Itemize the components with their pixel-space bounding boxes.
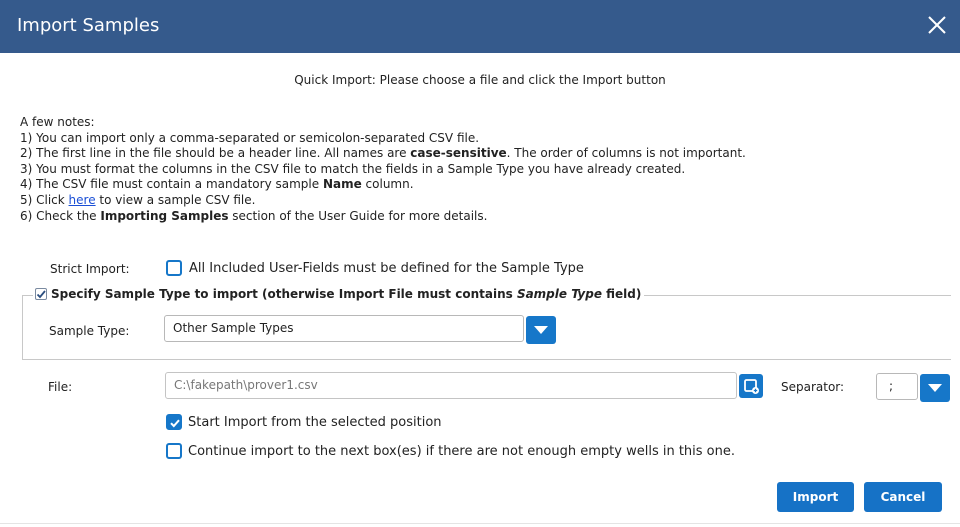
sample-type-legend: Specify Sample Type to import (otherwise… xyxy=(33,287,645,301)
note-line-6: 6) Check the Importing Samples section o… xyxy=(20,209,746,225)
sample-type-select[interactable]: Other Sample Types xyxy=(164,315,524,342)
note-line-1: 1) You can import only a comma-separated… xyxy=(20,130,480,145)
start-from-selected-label: Start Import from the selected position xyxy=(188,415,442,430)
chevron-down-icon xyxy=(534,326,548,334)
note-text: section of the User Guide for more detai… xyxy=(228,208,488,223)
sample-csv-link[interactable]: here xyxy=(69,193,96,207)
note-line-2: 2) The first line in the file should be … xyxy=(20,146,746,162)
legend-italic-text: Sample Type xyxy=(516,287,602,301)
start-from-selected-checkbox[interactable] xyxy=(166,414,182,430)
notes-section: A few notes: 1) You can import only a co… xyxy=(20,115,746,224)
legend-text: field) xyxy=(601,287,642,301)
file-label: File: xyxy=(48,380,73,394)
dialog-titlebar: Import Samples xyxy=(0,0,960,53)
note-text: to view a sample CSV file. xyxy=(95,192,256,207)
continue-next-box-checkbox[interactable] xyxy=(166,443,182,459)
bottom-divider xyxy=(0,523,960,524)
separator-select[interactable]: ; xyxy=(876,373,918,400)
sample-type-label: Sample Type: xyxy=(49,324,130,338)
chevron-down-icon xyxy=(928,384,942,392)
note-text: 2) The first line in the file should be … xyxy=(20,146,411,161)
note-line-3: 3) You must format the columns in the CS… xyxy=(20,161,686,176)
note-text: . The order of columns is not important. xyxy=(506,146,746,161)
specify-type-checkbox[interactable] xyxy=(35,288,47,300)
note-bold-text: case-sensitive xyxy=(410,146,507,161)
close-icon[interactable] xyxy=(924,12,950,38)
strict-import-checkbox-label: All Included User-Fields must be defined… xyxy=(189,261,584,276)
dialog-subtitle: Quick Import: Please choose a file and c… xyxy=(294,73,666,87)
note-line-4: 4) The CSV file must contain a mandatory… xyxy=(20,177,746,193)
sample-type-dropdown-button[interactable] xyxy=(526,316,556,344)
browse-file-button[interactable] xyxy=(739,374,763,398)
file-path-input[interactable]: C:\fakepath\prover1.csv xyxy=(165,372,737,399)
note-bold-text: Importing Samples xyxy=(100,208,229,223)
note-bold-text: Name xyxy=(322,177,362,192)
notes-heading: A few notes: xyxy=(20,115,95,129)
legend-text: Specify Sample Type to import (otherwise… xyxy=(51,287,517,301)
separator-label: Separator: xyxy=(781,380,845,394)
import-button[interactable]: Import xyxy=(777,482,854,512)
cancel-button[interactable]: Cancel xyxy=(864,482,942,512)
note-text: 6) Check the xyxy=(20,208,101,223)
continue-next-box-label: Continue import to the next box(es) if t… xyxy=(188,444,736,459)
separator-dropdown-button[interactable] xyxy=(920,374,950,402)
note-text: column. xyxy=(361,177,414,192)
note-text: 5) Click xyxy=(20,192,69,207)
dialog-title: Import Samples xyxy=(17,15,160,36)
note-text: 4) The CSV file must contain a mandatory… xyxy=(20,177,323,192)
strict-import-label: Strict Import: xyxy=(50,262,130,276)
browse-file-icon xyxy=(744,379,759,394)
strict-import-checkbox[interactable] xyxy=(166,260,182,276)
note-line-5: 5) Click here to view a sample CSV file. xyxy=(20,193,746,209)
